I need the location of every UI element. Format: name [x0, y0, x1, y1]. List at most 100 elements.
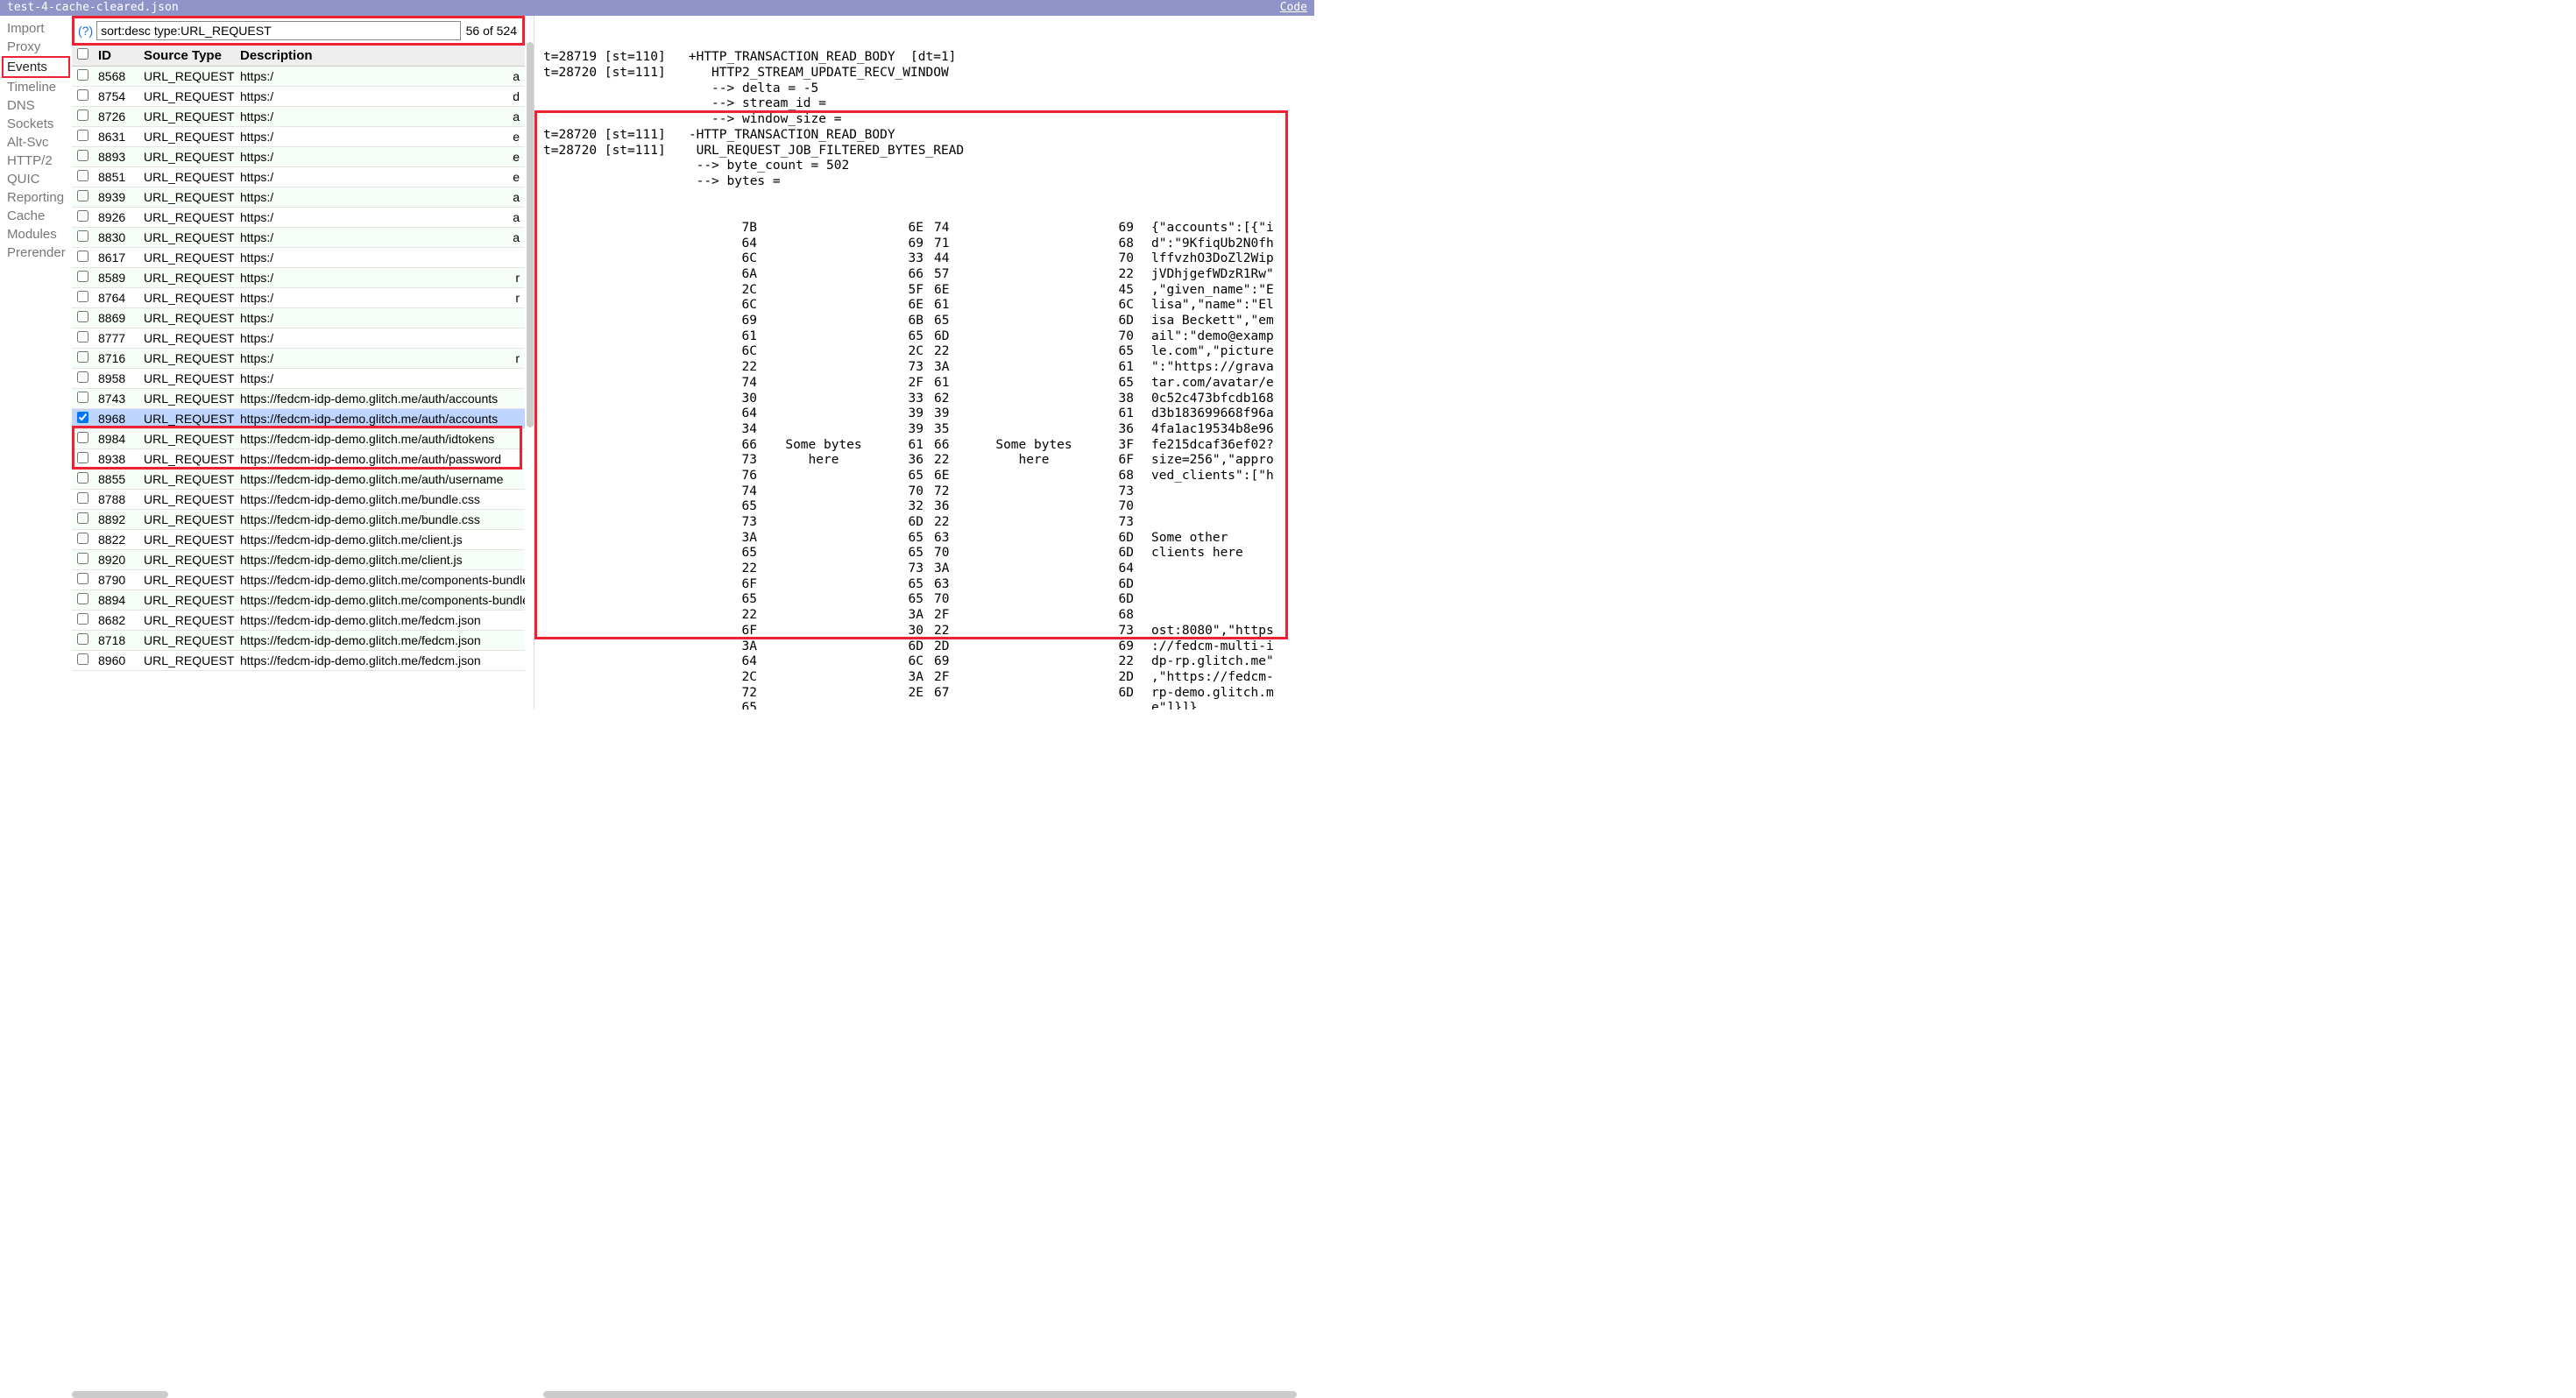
sidebar-item-alt-svc[interactable]: Alt-Svc	[7, 133, 72, 152]
table-row[interactable]: 8939URL_REQUESThttps:/a	[72, 187, 525, 208]
row-id: 8830	[93, 228, 138, 248]
row-source-type: URL_REQUEST	[138, 349, 235, 369]
table-row[interactable]: 8790URL_REQUESThttps://fedcm-idp-demo.gl…	[72, 570, 525, 590]
table-row[interactable]: 8958URL_REQUESThttps:/	[72, 369, 525, 389]
row-checkbox[interactable]	[77, 633, 88, 645]
table-row[interactable]: 8960URL_REQUESThttps://fedcm-idp-demo.gl…	[72, 651, 525, 671]
row-source-type: URL_REQUEST	[138, 510, 235, 530]
sidebar-item-cache[interactable]: Cache	[7, 207, 72, 225]
row-checkbox[interactable]	[77, 109, 88, 121]
hex-row: 6F302273ost:8080","https	[543, 624, 1314, 639]
table-row[interactable]: 8822URL_REQUESThttps://fedcm-idp-demo.gl…	[72, 530, 525, 550]
sidebar-item-http-2[interactable]: HTTP/2	[7, 152, 72, 170]
row-checkbox[interactable]	[77, 190, 88, 201]
row-checkbox[interactable]	[77, 392, 88, 403]
sidebar-item-prerender[interactable]: Prerender	[7, 244, 72, 262]
row-checkbox[interactable]	[77, 593, 88, 604]
table-row[interactable]: 8938URL_REQUESThttps://fedcm-idp-demo.gl…	[72, 449, 525, 470]
row-checkbox[interactable]	[77, 291, 88, 302]
row-checkbox[interactable]	[77, 271, 88, 282]
row-checkbox[interactable]	[77, 573, 88, 584]
sidebar-item-dns[interactable]: DNS	[7, 96, 72, 115]
hex-row: 66Some bytes6166Some bytes3Ffe215dcaf36e…	[543, 438, 1314, 454]
sidebar-item-import[interactable]: Import	[7, 19, 72, 38]
table-row[interactable]: 8926URL_REQUESThttps:/a	[72, 208, 525, 228]
search-help-link[interactable]: (?)	[78, 24, 93, 38]
table-row[interactable]: 8726URL_REQUESThttps:/a	[72, 107, 525, 127]
table-row[interactable]: 8716URL_REQUESThttps:/r	[72, 349, 525, 369]
row-checkbox[interactable]	[77, 69, 88, 81]
table-row[interactable]: 8718URL_REQUESThttps://fedcm-idp-demo.gl…	[72, 631, 525, 651]
table-row[interactable]: 8682URL_REQUESThttps://fedcm-idp-demo.gl…	[72, 611, 525, 631]
hex-row: 3A65636DSome other	[543, 531, 1314, 547]
row-checkbox[interactable]	[77, 371, 88, 383]
table-row[interactable]: 8851URL_REQUESThttps:/e	[72, 167, 525, 187]
vertical-scrollbar[interactable]	[527, 42, 534, 427]
row-checkbox[interactable]	[77, 89, 88, 101]
sidebar-item-reporting[interactable]: Reporting	[7, 188, 72, 207]
row-id: 8984	[93, 429, 138, 449]
table-row[interactable]: 8631URL_REQUESThttps:/e	[72, 127, 525, 147]
table-row[interactable]: 8893URL_REQUESThttps:/e	[72, 147, 525, 167]
row-id: 8568	[93, 67, 138, 87]
row-checkbox[interactable]	[77, 331, 88, 342]
table-row[interactable]: 8617URL_REQUESThttps:/	[72, 248, 525, 268]
table-row[interactable]: 8788URL_REQUESThttps://fedcm-idp-demo.gl…	[72, 490, 525, 510]
row-description: https:/e	[235, 127, 525, 147]
row-checkbox[interactable]	[77, 432, 88, 443]
row-checkbox[interactable]	[77, 251, 88, 262]
row-source-type: URL_REQUEST	[138, 490, 235, 510]
row-checkbox[interactable]	[77, 512, 88, 524]
titlebar-code-link[interactable]: Code	[1280, 1, 1307, 15]
row-checkbox[interactable]	[77, 553, 88, 564]
table-row[interactable]: 8920URL_REQUESThttps://fedcm-idp-demo.gl…	[72, 550, 525, 570]
row-id: 8726	[93, 107, 138, 127]
table-row[interactable]: 8754URL_REQUESThttps:/d	[72, 87, 525, 107]
row-checkbox[interactable]	[77, 230, 88, 242]
hex-row: 722E676Drp-demo.glitch.m	[543, 686, 1314, 702]
sidebar-item-proxy[interactable]: Proxy	[7, 38, 72, 56]
table-row[interactable]: 8764URL_REQUESThttps:/r	[72, 288, 525, 308]
sidebar-item-sockets[interactable]: Sockets	[7, 115, 72, 133]
row-source-type: URL_REQUEST	[138, 67, 235, 87]
row-checkbox[interactable]	[77, 613, 88, 625]
select-all-checkbox[interactable]	[77, 48, 88, 60]
row-checkbox[interactable]	[77, 210, 88, 222]
table-row[interactable]: 8743URL_REQUESThttps://fedcm-idp-demo.gl…	[72, 389, 525, 409]
row-checkbox[interactable]	[77, 653, 88, 665]
row-description: https://fedcm-idp-demo.glitch.me/fedcm.j…	[235, 651, 525, 671]
table-row[interactable]: 8568URL_REQUESThttps:/a	[72, 67, 525, 87]
hex-row: 223A2F68	[543, 608, 1314, 624]
row-description: https:/	[235, 248, 525, 268]
hex-row: 646C6922dp-rp.glitch.me"	[543, 654, 1314, 670]
sidebar-item-timeline[interactable]: Timeline	[7, 78, 72, 96]
row-checkbox[interactable]	[77, 533, 88, 544]
table-row[interactable]: 8892URL_REQUESThttps://fedcm-idp-demo.gl…	[72, 510, 525, 530]
row-description: https://fedcm-idp-demo.glitch.me/auth/id…	[235, 429, 525, 449]
table-row[interactable]: 8589URL_REQUESThttps:/r	[72, 268, 525, 288]
table-row[interactable]: 8869URL_REQUESThttps:/	[72, 308, 525, 328]
sidebar-item-modules[interactable]: Modules	[7, 225, 72, 244]
row-checkbox[interactable]	[77, 351, 88, 363]
sidebar-item-events[interactable]: Events	[2, 56, 70, 78]
table-row[interactable]: 8855URL_REQUESThttps://fedcm-idp-demo.gl…	[72, 470, 525, 490]
row-checkbox[interactable]	[77, 170, 88, 181]
row-checkbox[interactable]	[77, 412, 88, 423]
horizontal-scrollbar-left[interactable]	[72, 1391, 168, 1398]
row-checkbox[interactable]	[77, 150, 88, 161]
row-checkbox[interactable]	[77, 472, 88, 484]
search-input[interactable]	[96, 21, 460, 40]
row-id: 8682	[93, 611, 138, 631]
row-checkbox[interactable]	[77, 130, 88, 141]
table-row[interactable]: 8984URL_REQUESThttps://fedcm-idp-demo.gl…	[72, 429, 525, 449]
row-checkbox[interactable]	[77, 311, 88, 322]
row-checkbox[interactable]	[77, 492, 88, 504]
table-row[interactable]: 8894URL_REQUESThttps://fedcm-idp-demo.gl…	[72, 590, 525, 611]
row-checkbox[interactable]	[77, 452, 88, 463]
sidebar-item-quic[interactable]: QUIC	[7, 170, 72, 188]
horizontal-scrollbar-right[interactable]	[543, 1391, 1297, 1398]
table-row[interactable]: 8777URL_REQUESThttps:/	[72, 328, 525, 349]
table-row[interactable]: 8830URL_REQUESThttps:/a	[72, 228, 525, 248]
events-table-wrap[interactable]: ID Source Type Description 8568URL_REQUE…	[72, 46, 525, 710]
table-row[interactable]: 8968URL_REQUESThttps://fedcm-idp-demo.gl…	[72, 409, 525, 429]
